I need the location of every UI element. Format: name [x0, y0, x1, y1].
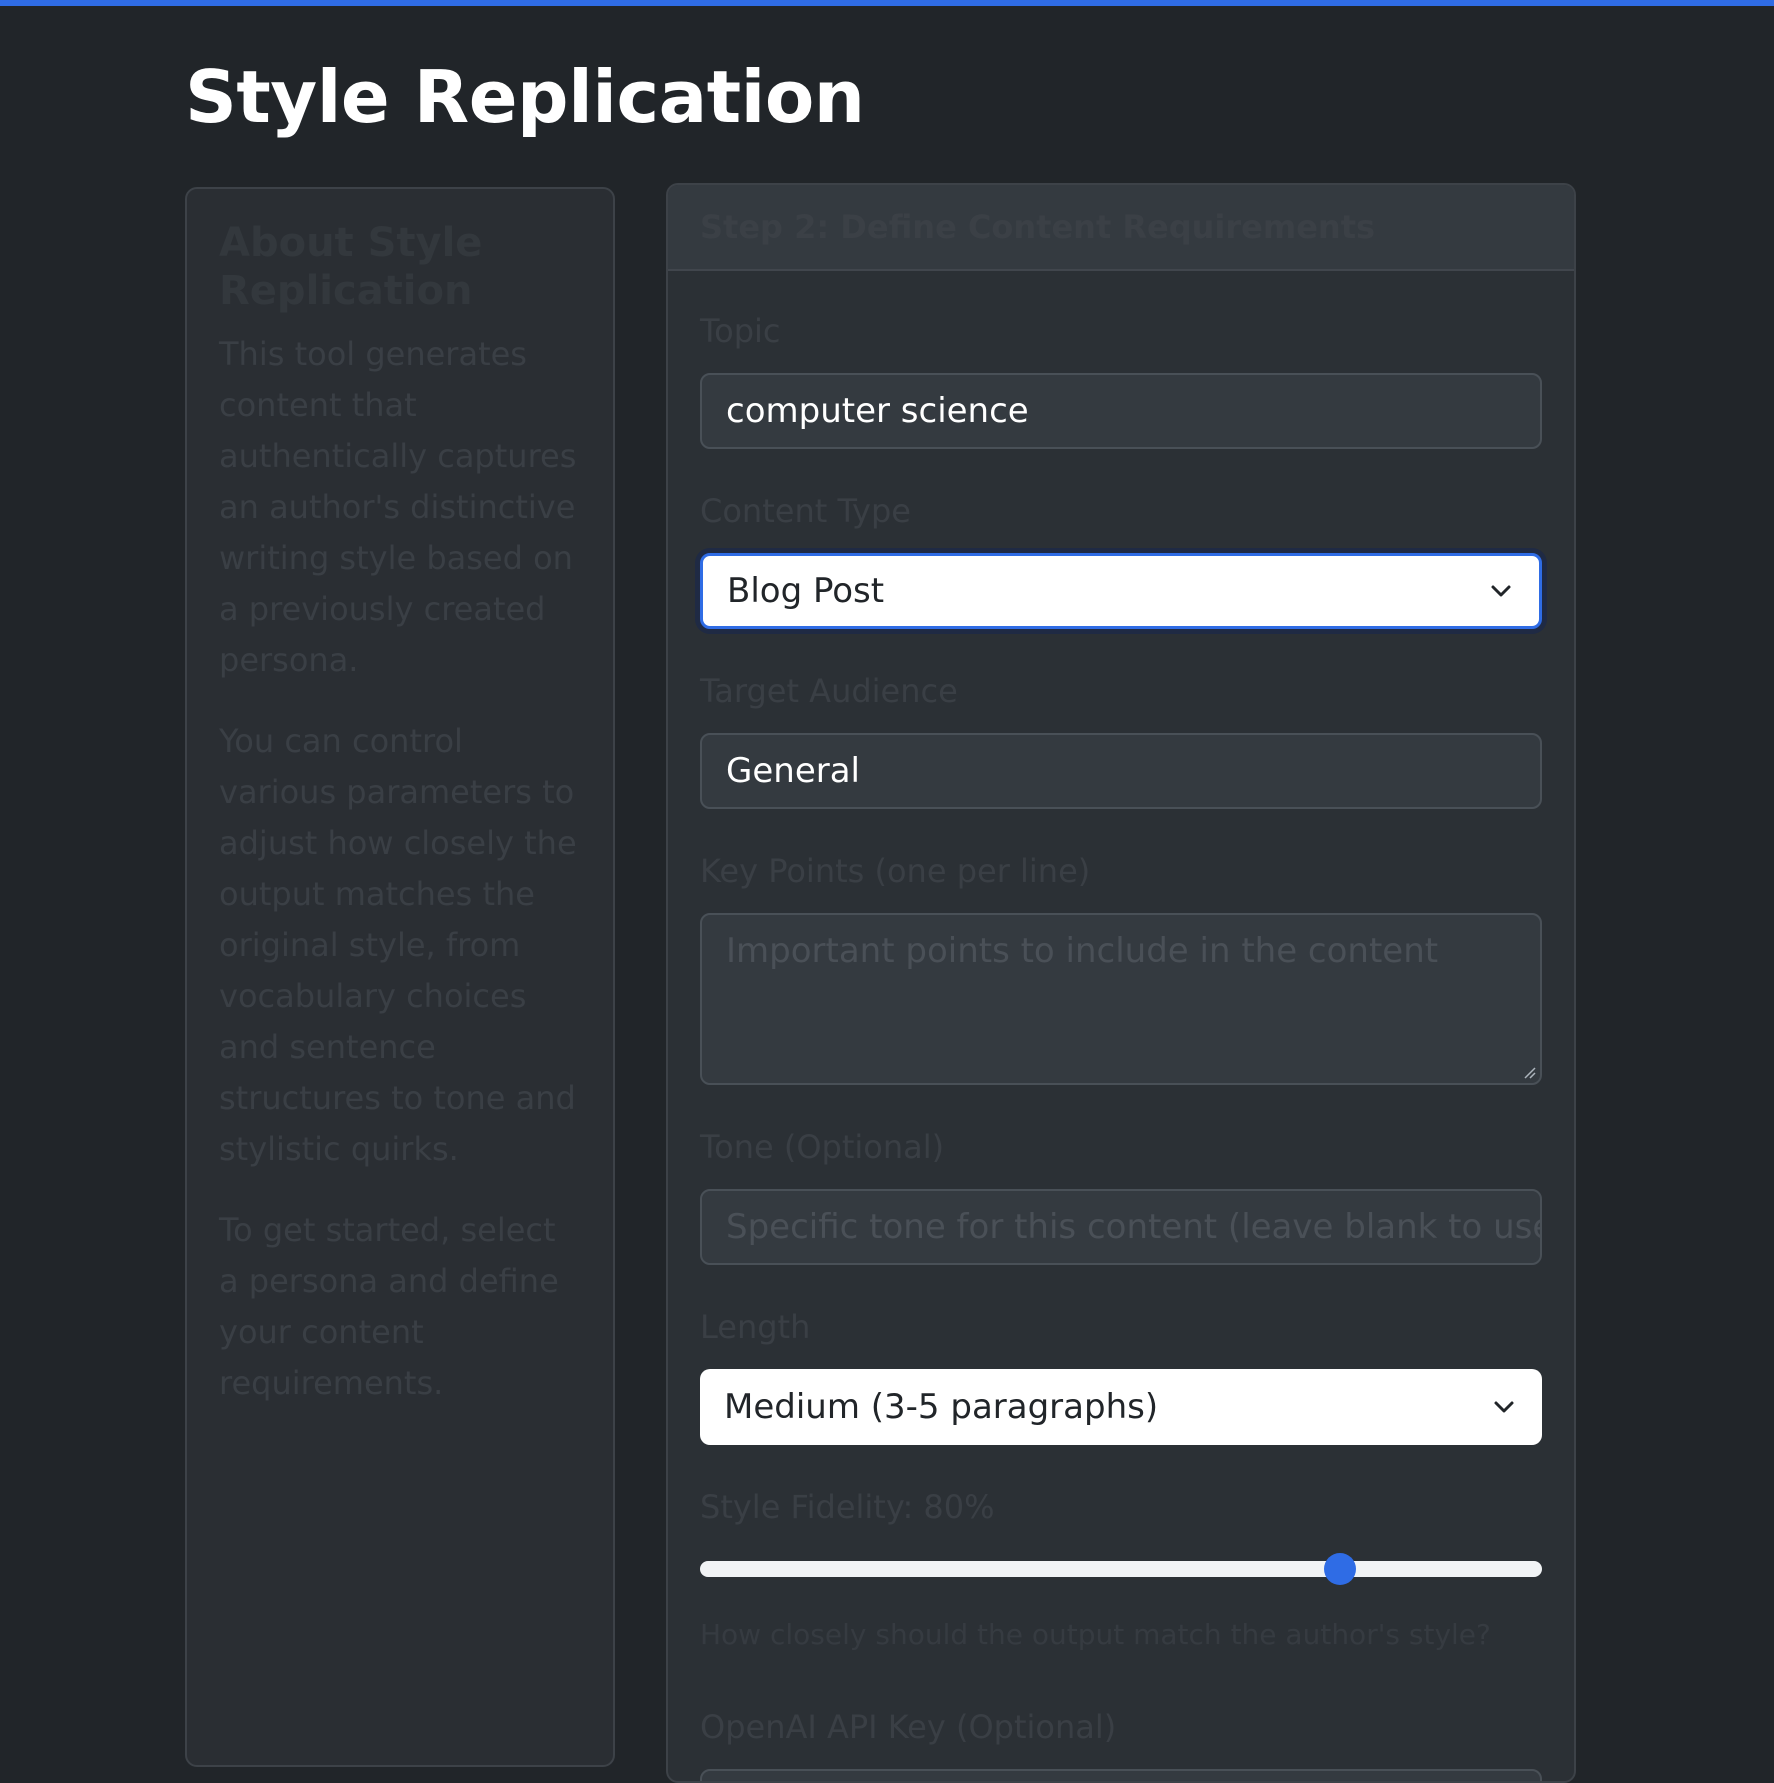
about-paragraph-3: To get started, select a persona and def… [219, 1211, 559, 1402]
top-accent-bar [0, 0, 1774, 6]
key-points-label: Key Points (one per line) [700, 852, 1091, 890]
style-fidelity-slider[interactable] [700, 1549, 1542, 1589]
resize-grip-icon[interactable] [1522, 1065, 1536, 1079]
about-paragraph-2: You can control various parameters to ad… [219, 722, 577, 1168]
content-type-value: Blog Post [727, 571, 885, 611]
api-key-input[interactable] [700, 1769, 1542, 1781]
api-key-label: OpenAI API Key (Optional) [700, 1708, 1117, 1746]
chevron-down-icon [1494, 1401, 1514, 1413]
page-title: Style Replication [185, 55, 865, 139]
length-value: Medium (3-5 paragraphs) [724, 1387, 1159, 1427]
key-points-textarea[interactable]: Important points to include in the conte… [700, 913, 1542, 1085]
content-type-select[interactable]: Blog Post [700, 553, 1542, 629]
about-heading: About Style Replication [219, 220, 483, 314]
tone-label: Tone (Optional) [700, 1128, 945, 1166]
length-label: Length [700, 1308, 811, 1346]
card-header: Step 2: Define Content Requirements [668, 185, 1574, 271]
about-paragraph-1: This tool generates content that authent… [219, 335, 577, 679]
style-fidelity-label: Style Fidelity: 80% [700, 1488, 995, 1526]
content-requirements-card: Step 2: Define Content Requirements Topi… [666, 183, 1576, 1783]
card-body: Topic computer science Content Type Blog… [668, 271, 1574, 1781]
topic-input[interactable]: computer science [700, 373, 1542, 449]
style-fidelity-help: How closely should the output match the … [700, 1618, 1491, 1651]
content-type-label: Content Type [700, 492, 911, 530]
chevron-down-icon [1491, 585, 1511, 597]
slider-thumb[interactable] [1323, 1553, 1356, 1585]
length-select[interactable]: Medium (3-5 paragraphs) [700, 1369, 1542, 1445]
target-audience-label: Target Audience [700, 672, 958, 710]
topic-label: Topic [700, 312, 781, 350]
tone-input[interactable]: Specific tone for this content (leave bl… [700, 1189, 1542, 1265]
key-points-placeholder: Important points to include in the conte… [726, 931, 1439, 971]
about-panel: About Style Replication This tool genera… [185, 187, 615, 1767]
slider-track[interactable] [700, 1561, 1542, 1577]
step-heading: Step 2: Define Content Requirements [700, 208, 1376, 246]
target-audience-input[interactable]: General [700, 733, 1542, 809]
